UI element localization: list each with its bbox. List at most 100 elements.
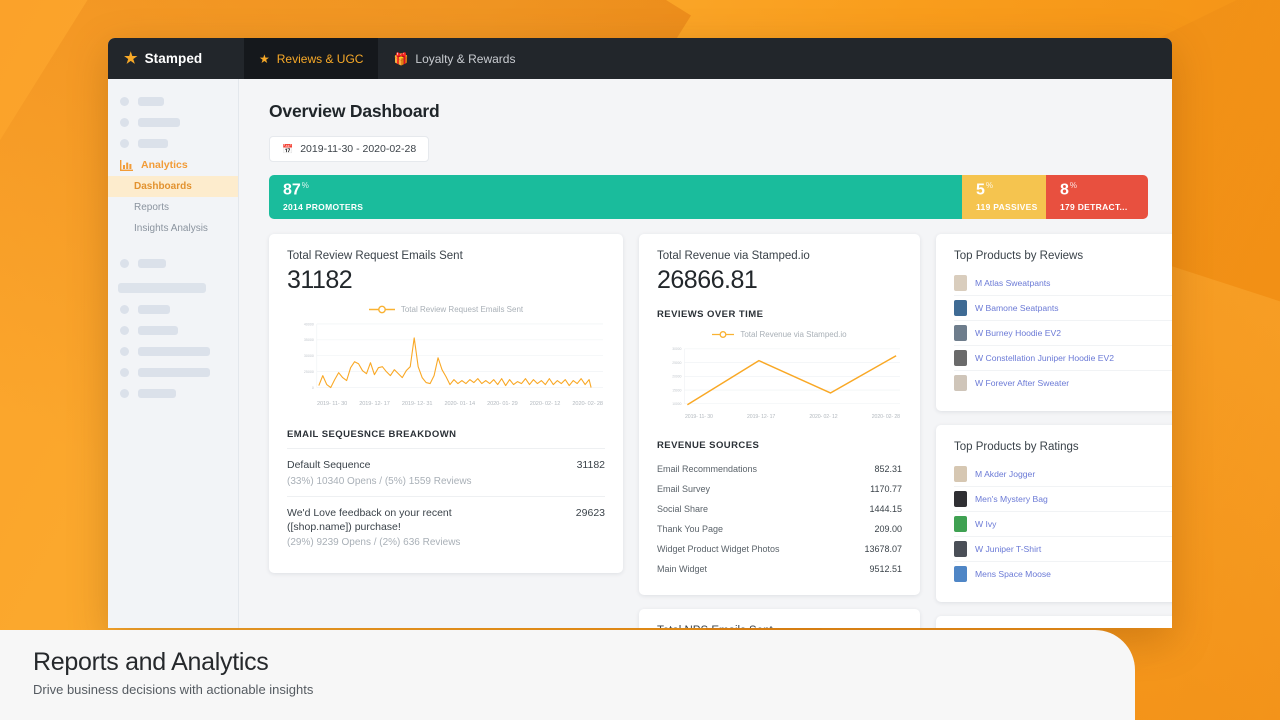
revenue-source-value: 852.31 [874,463,902,474]
sidebar-item-reports[interactable]: Reports [108,197,238,218]
revenue-source-name: Thank You Page [657,523,724,534]
app-body: Analytics Dashboards Reports Insights An… [108,79,1172,628]
table-row: Email Survey 1170.77 [657,479,902,499]
sidebar-item-analytics[interactable]: Analytics [108,154,238,176]
caption-panel: Reports and Analytics Drive business dec… [0,630,1135,720]
card-title: Total NPS Emails Sent [657,625,902,628]
nps-promoters-label: 2014 PROMOTERS [283,202,364,213]
placeholder-dot [120,389,129,398]
list-item[interactable]: W Juniper T-Shirt 5 [954,537,1172,562]
svg-text:30000: 30000 [304,354,314,358]
product-name[interactable]: W Forever After Sweater [975,378,1172,388]
svg-text:20000: 20000 [672,375,681,379]
date-range-value: 2019-11-30 - 2020-02-28 [300,143,417,155]
list-item[interactable]: W Constellation Juniper Hoodie EV2 91 [954,346,1172,371]
product-thumbnail [954,300,967,316]
placeholder-dot [120,139,129,148]
x-tick: 2019- 12- 17 [359,401,390,408]
placeholder-dot [120,305,129,314]
sidebar-item-dashboards[interactable]: Dashboards [108,176,238,197]
sidebar-item-analytics-label: Analytics [141,159,188,171]
card-title: Top Products by Reviews [954,250,1084,262]
list-item[interactable]: M Atlas Sweatpants 119 [954,271,1172,296]
list-item[interactable]: Mens Space Moose 5 [954,562,1172,586]
nps-promoters-number: 87 [283,181,301,199]
nps-promoters-unit: % [301,180,309,190]
sequence-value: 31182 [576,459,605,472]
product-name[interactable]: W Bamone Seatpants [975,303,1172,313]
calendar-icon: 📅 [282,143,294,154]
nps-promoters-segment[interactable]: 87% 2014 PROMOTERS [269,175,962,219]
sidebar: Analytics Dashboards Reports Insights An… [108,79,239,628]
revenue-source-name: Email Recommendations [657,463,758,474]
list-item[interactable]: W Burney Hoodie EV2 44 [954,321,1172,346]
legend-label: Total Revenue via Stamped.io [740,330,847,339]
placeholder-section-bar [118,283,206,293]
product-name[interactable]: M Akder Jogger [975,469,1172,479]
svg-text:35000: 35000 [304,338,314,342]
table-row: Email Recommendations 852.31 [657,459,902,479]
revenue-source-value: 1170.77 [870,483,902,494]
product-name[interactable]: W Juniper T-Shirt [975,544,1172,554]
placeholder-bar [138,326,178,335]
nps-passives-segment[interactable]: 5% 119 PASSIVES [962,175,1046,219]
list-item[interactable]: M Akder Jogger 5 [954,462,1172,487]
x-tick: 2020- 01- 14 [444,401,476,408]
placeholder-dot [120,118,129,127]
revenue-source-name: Main Widget [657,563,708,574]
product-thumbnail [954,275,967,291]
sequence-stats: (29%) 9239 Opens / (2%) 636 Reviews [287,537,461,548]
tab-loyalty-rewards[interactable]: 🎁 Loyalty & Rewards [378,38,530,79]
list-item[interactable]: W Bamone Seatpants 100 [954,296,1172,321]
card-review-request-emails: Total Review Request Emails Sent 31182 T… [269,234,623,573]
placeholder-bar [138,97,164,106]
table-row: Social Share 1444.15 [657,499,902,519]
date-range-picker[interactable]: 📅 2019-11-30 - 2020-02-28 [269,136,430,162]
revenue-chart-svg: 30000 25000 20000 15000 10000 [672,347,901,406]
brand-name: Stamped [144,51,203,66]
card-value: 26866.81 [657,266,758,294]
product-thumbnail [954,375,967,391]
nps-passives-number: 5 [976,181,985,199]
list-item[interactable]: Men's Mystery Bag 5 [954,487,1172,512]
nps-detractors-segment[interactable]: 8% 179 DETRACT... [1046,175,1148,219]
product-name[interactable]: W Constellation Juniper Hoodie EV2 [975,353,1172,363]
x-tick: 2020- 02- 28 [871,413,900,420]
card-nps-emails-sent: Total NPS Emails Sent 31182 [639,608,920,628]
placeholder-dot [120,259,129,268]
product-thumbnail [954,491,967,507]
list-item[interactable]: W Ivy 5 [954,512,1172,537]
revenue-source-value: 209.00 [874,523,902,534]
table-row: Thank You Page 209.00 [657,519,902,539]
revenue-line-chart: 30000 25000 20000 15000 10000 2019- 11- … [657,343,902,420]
column-left: Total Review Request Emails Sent 31182 T… [269,234,623,587]
card-title: Top Products by Ratings [954,441,1079,453]
column-middle: Total Revenue via Stamped.io 26866.81 RE… [639,234,920,628]
app-window: ★ Stamped ★ Reviews & UGC 🎁 Loyalty & Re… [108,38,1172,628]
product-name[interactable]: W Ivy [975,519,1172,529]
list-item[interactable]: W Forever After Sweater 60 [954,371,1172,395]
brand-logo[interactable]: ★ Stamped [124,38,244,79]
product-name[interactable]: M Atlas Sweatpants [975,278,1172,288]
tab-loyalty-rewards-label: Loyalty & Rewards [415,51,516,66]
sidebar-item-insights-analysis[interactable]: Insights Analysis [108,218,238,239]
sidebar-placeholder-item [108,253,238,274]
tab-reviews-ugc[interactable]: ★ Reviews & UGC [244,38,379,79]
card-top-products-by-ratings: Top Products by Ratings M Akder Jogger 5… [936,425,1172,602]
legend-label: Total Review Request Emails Sent [400,305,524,314]
product-name[interactable]: W Burney Hoodie EV2 [975,328,1172,338]
card-value: 31182 [287,266,353,294]
placeholder-bar [138,305,170,314]
emails-chart-svg: 40000 35000 30000 25000 0 [304,322,604,390]
card-total-revenue: Total Revenue via Stamped.io 26866.81 RE… [639,234,920,595]
revenue-source-name: Widget Product Widget Photos [657,543,780,554]
x-tick: 2020- 02- 12 [809,413,838,420]
sequence-value: 29623 [575,506,605,519]
table-row: Main Widget 9512.51 [657,559,902,579]
product-name[interactable]: Mens Space Moose [975,569,1172,579]
product-name[interactable]: Men's Mystery Bag [975,494,1172,504]
x-tick: 2020- 02- 12 [529,401,561,408]
placeholder-bar [138,368,210,377]
revenue-source-value: 9512.51 [869,563,902,574]
gift-icon: 🎁 [393,51,409,66]
